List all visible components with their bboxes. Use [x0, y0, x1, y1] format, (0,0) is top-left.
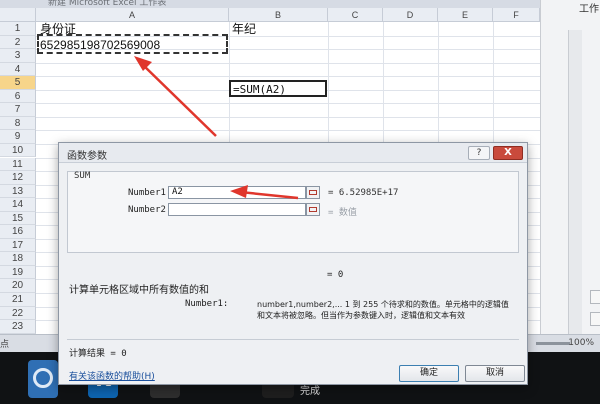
- number1-input[interactable]: A2: [168, 186, 306, 199]
- row-header-12[interactable]: 12: [0, 171, 36, 185]
- zoom-level[interactable]: 100%: [568, 338, 594, 348]
- number2-collapse-button[interactable]: [306, 203, 320, 216]
- row-header-5[interactable]: 5: [0, 76, 36, 90]
- number1-collapse-button[interactable]: [306, 186, 320, 199]
- param-description-line1: number1,number2,... 1 到 255 个待求和的数值。单元格中…: [257, 300, 509, 309]
- row-header-18[interactable]: 18: [0, 252, 36, 266]
- row-header-3[interactable]: 3: [0, 49, 36, 63]
- row-header-4[interactable]: 4: [0, 62, 36, 77]
- active-cell-b5[interactable]: =SUM(A2): [229, 80, 327, 97]
- dialog-title: 函数参数: [67, 151, 107, 162]
- row-header-22[interactable]: 22: [0, 306, 36, 321]
- zoom-slider[interactable]: [536, 342, 570, 345]
- row-header-20[interactable]: 20: [0, 279, 36, 293]
- column-header-e[interactable]: E: [438, 8, 493, 22]
- title-bar: 新建 Microsoft Excel 工作表: [0, 0, 600, 8]
- function-arguments-dialog: 函数参数 ? X SUM Number1 A2 = 6.52985E+17 Nu…: [58, 142, 528, 385]
- grid-line: [36, 76, 540, 78]
- browser-taskbar-icon[interactable]: [28, 360, 58, 398]
- task-pane-label: 工作: [579, 4, 599, 15]
- row-header-6[interactable]: 6: [0, 89, 36, 104]
- number1-result: = 6.52985E+17: [328, 188, 399, 198]
- row-header-10[interactable]: 10: [0, 143, 36, 158]
- select-all-corner[interactable]: [0, 8, 36, 22]
- dialog-title-bar[interactable]: 函数参数 ? X: [59, 143, 527, 163]
- number2-result: = 数值: [328, 208, 357, 218]
- copy-marquee: [37, 34, 228, 54]
- row-header-16[interactable]: 16: [0, 225, 36, 239]
- function-description: 计算单元格区域中所有数值的和: [69, 285, 209, 296]
- cell-b5-formula: =SUM(A2): [233, 83, 286, 96]
- row-header-14[interactable]: 14: [0, 198, 36, 212]
- dialog-close-button[interactable]: X: [493, 146, 523, 160]
- grid-line: [36, 62, 540, 64]
- pane-scroll-up-button[interactable]: [590, 290, 600, 304]
- row-header-2[interactable]: 2: [0, 35, 36, 50]
- grid-line: [36, 103, 540, 105]
- vertical-scrollbar[interactable]: [568, 30, 582, 334]
- param-name: Number1:: [185, 299, 229, 309]
- param-description-line2: 和文本将被忽略。但当作为参数键入时，逻辑值和文本有效: [257, 311, 465, 320]
- cell-b1[interactable]: 年纪: [232, 20, 256, 37]
- row-header-17[interactable]: 17: [0, 238, 36, 253]
- number1-label: Number1: [128, 188, 166, 198]
- browser-icon: [33, 368, 53, 388]
- status-text: 点: [0, 340, 10, 350]
- row-header-9[interactable]: 9: [0, 130, 36, 144]
- column-header-c[interactable]: C: [328, 8, 383, 22]
- grid-line: [36, 130, 540, 132]
- column-header-d[interactable]: D: [383, 8, 438, 22]
- dialog-help-button[interactable]: ?: [468, 146, 490, 160]
- function-args-group: SUM Number1 A2 = 6.52985E+17 Number2 = 数…: [67, 171, 519, 253]
- row-header-13[interactable]: 13: [0, 184, 36, 199]
- function-help-link[interactable]: 有关该函数的帮助(H): [69, 369, 155, 382]
- row-header-8[interactable]: 8: [0, 116, 36, 131]
- range-select-icon: [309, 207, 317, 212]
- grid-line: [36, 116, 540, 118]
- row-header-15[interactable]: 15: [0, 211, 36, 226]
- function-name: SUM: [74, 171, 91, 181]
- calc-result: 计算结果 = 0: [69, 349, 127, 359]
- row-header-1[interactable]: 1: [0, 22, 36, 36]
- row-header-21[interactable]: 21: [0, 293, 36, 307]
- range-select-icon: [309, 190, 317, 195]
- column-header-f[interactable]: F: [493, 8, 540, 22]
- row-header-23[interactable]: 23: [0, 320, 36, 334]
- row-header-7[interactable]: 7: [0, 103, 36, 117]
- number2-label: Number2: [128, 205, 166, 215]
- ok-button[interactable]: 确定: [399, 365, 459, 382]
- number2-input[interactable]: [168, 203, 306, 216]
- cancel-button[interactable]: 取消: [465, 365, 525, 382]
- divider: [67, 339, 519, 340]
- row-header-11[interactable]: 11: [0, 157, 36, 172]
- row-header-19[interactable]: 19: [0, 265, 36, 280]
- pane-scroll-down-button[interactable]: [590, 312, 600, 326]
- total-result: = 0: [327, 270, 344, 280]
- window-title: 新建 Microsoft Excel 工作表: [48, 0, 167, 8]
